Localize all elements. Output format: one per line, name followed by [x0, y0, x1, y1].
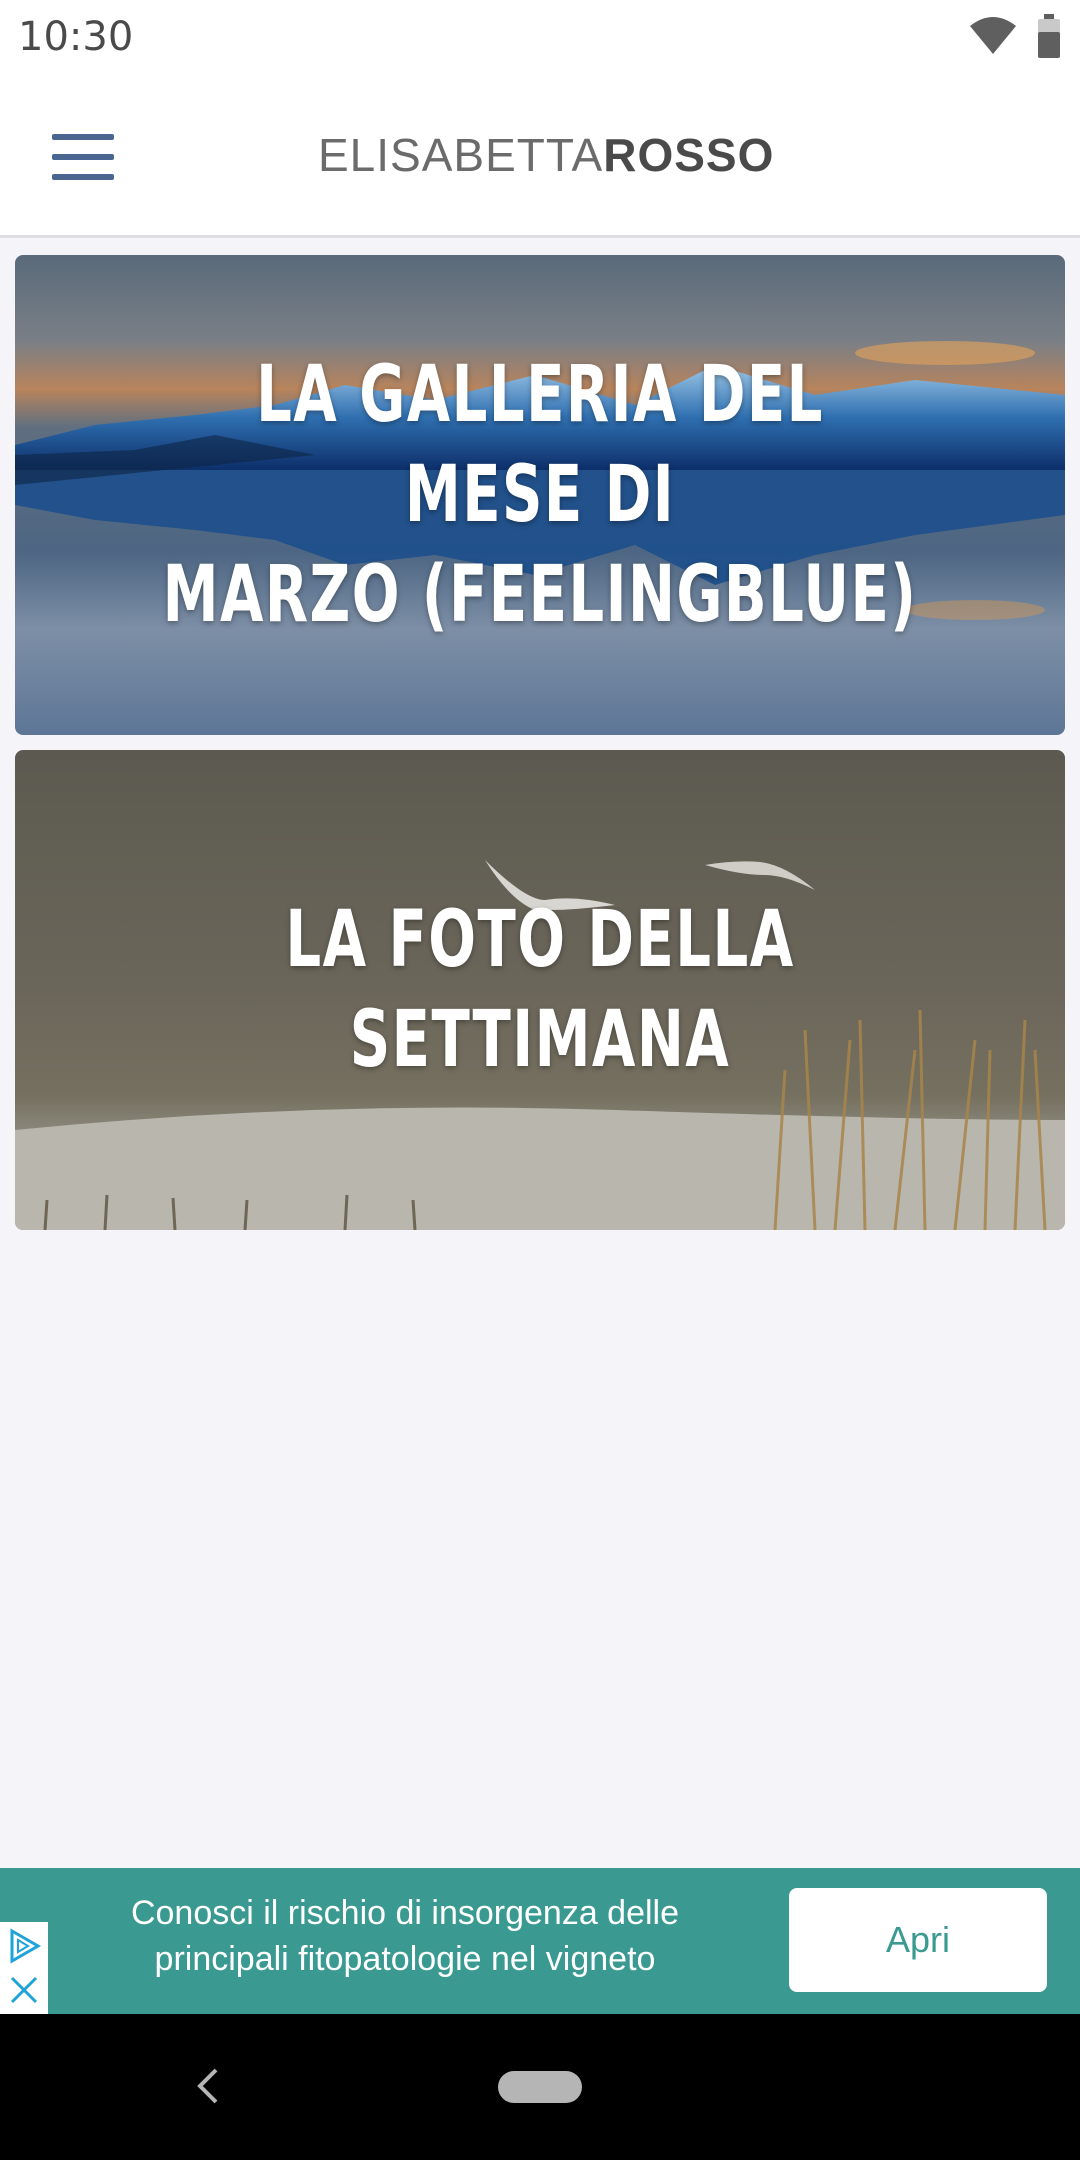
gallery-month-card[interactable]: LA GALLERIA DEL MESE DI MARZO (FEELINGBL… [15, 255, 1065, 735]
status-time: 10:30 [18, 14, 134, 60]
ad-text: Conosci il rischio di insorgenza delle p… [60, 1890, 750, 1982]
status-bar: 10:30 [0, 0, 1080, 72]
hamburger-menu-icon[interactable] [52, 134, 114, 180]
ad-open-button[interactable]: Apri [789, 1888, 1047, 1992]
card-title: LA GALLERIA DEL MESE DI MARZO (FEELINGBL… [162, 345, 918, 645]
app-bar: ELISABETTAROSSO [0, 72, 1080, 238]
card-title: LA FOTO DELLA SETTIMANA [162, 890, 918, 1090]
back-icon[interactable] [192, 2064, 222, 2108]
system-nav-bar [0, 2014, 1080, 2160]
brand-logo: ELISABETTAROSSO [318, 128, 774, 182]
card-title-line: LA FOTO DELLA SETTIMANA [285, 895, 795, 1085]
ad-side-icons [0, 1922, 48, 2014]
close-icon[interactable] [8, 1974, 40, 2006]
ad-banner[interactable]: Conosci il rischio di insorgenza delle p… [0, 1868, 1080, 2014]
menu-line [52, 174, 114, 180]
home-pill[interactable] [498, 2071, 582, 2103]
menu-line [52, 154, 114, 160]
photo-week-card[interactable]: LA FOTO DELLA SETTIMANA [15, 750, 1065, 1230]
menu-line [52, 134, 114, 140]
wifi-icon [970, 17, 1016, 54]
ad-choices-icon[interactable] [6, 1928, 42, 1964]
brand-light: ELISABETTA [318, 129, 604, 181]
card-title-line: LA GALLERIA DEL MESE DI [256, 350, 824, 540]
battery-icon [1038, 14, 1060, 58]
status-icons [968, 14, 1062, 58]
brand-bold: ROSSO [603, 129, 775, 181]
ad-text-line: Conosci il rischio di insorgenza delle [130, 1894, 680, 1932]
card-title-line: MARZO (FEELINGBLUE) [162, 550, 918, 640]
ad-text-line: principali fitopatologie nel vigneto [154, 1940, 656, 1978]
